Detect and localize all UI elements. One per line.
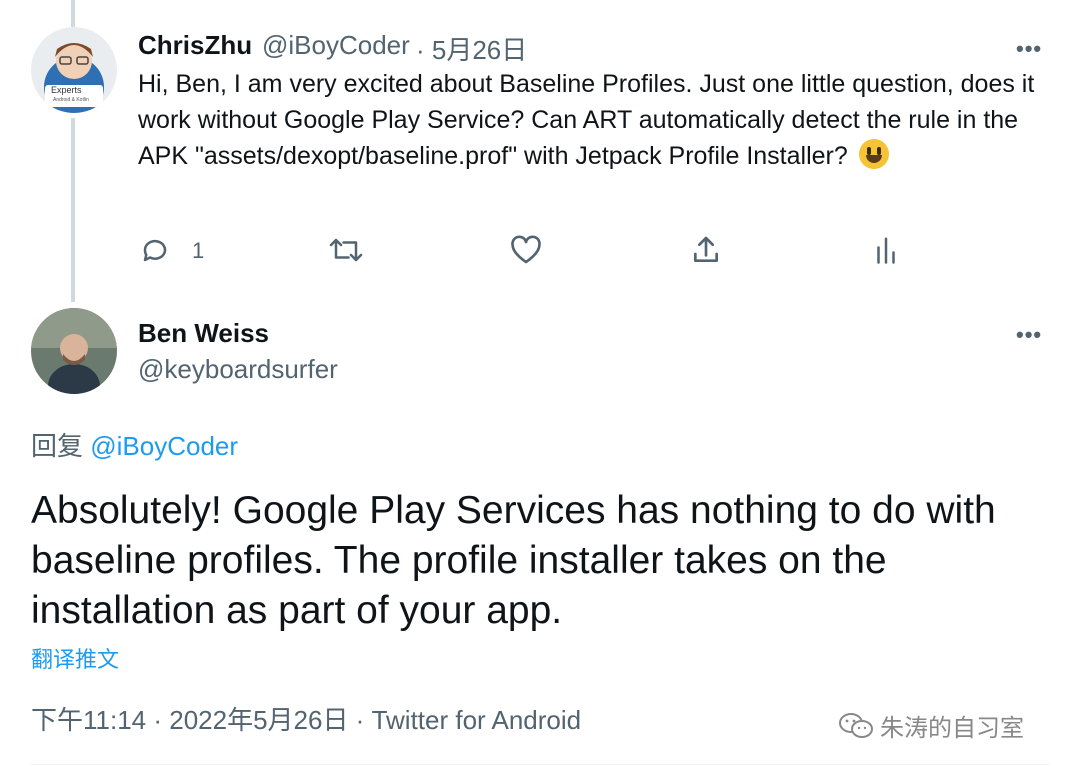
- reply-count: 1: [192, 238, 205, 263]
- more-icon[interactable]: •••: [1016, 36, 1042, 62]
- share-icon[interactable]: [690, 234, 722, 271]
- grinning-emoji-icon: [858, 139, 889, 169]
- avatar-chriszhu[interactable]: Experts Android & Kotlin: [31, 27, 117, 113]
- avatar-badge-text: Experts: [51, 85, 82, 95]
- reply-icon[interactable]: [140, 235, 170, 270]
- author-name[interactable]: ChrisZhu: [138, 30, 252, 61]
- watermark-text: 朱涛的自习室: [880, 715, 1024, 742]
- tweet-text: Hi, Ben, I am very excited about Baselin…: [138, 66, 1038, 174]
- watermark: 朱涛的自习室: [838, 708, 1024, 743]
- tweet-text: Absolutely! Google Play Services has not…: [31, 489, 996, 632]
- avatar-benweiss[interactable]: [31, 308, 117, 394]
- replying-to: 回复 @iBoyCoder: [31, 426, 238, 463]
- author-handle[interactable]: @keyboardsurfer: [138, 354, 338, 385]
- replying-mention-link[interactable]: @iBoyCoder: [90, 431, 238, 461]
- more-icon[interactable]: •••: [1016, 322, 1042, 348]
- thread-line-top: [71, 0, 75, 30]
- thread-line-bottom: [71, 118, 75, 302]
- analytics-icon[interactable]: [874, 235, 898, 270]
- wechat-icon: [839, 712, 873, 738]
- replying-prefix: 回复: [31, 431, 84, 461]
- translate-tweet-link[interactable]: 翻译推文: [31, 642, 119, 674]
- author-name[interactable]: Ben Weiss: [138, 318, 269, 349]
- like-icon[interactable]: [510, 235, 542, 270]
- retweet-icon[interactable]: [328, 235, 364, 270]
- tweet-text-body: Hi, Ben, I am very excited about Baselin…: [138, 70, 1035, 170]
- author-handle[interactable]: @iBoyCoder: [262, 30, 410, 61]
- avatar-badge-subtext: Android & Kotlin: [53, 97, 89, 103]
- divider: [31, 764, 1049, 765]
- tweet-timestamp-source[interactable]: 下午11:14 · 2022年5月26日 · Twitter for Andro…: [31, 700, 581, 737]
- tweet-date[interactable]: · 5月26日: [416, 30, 527, 67]
